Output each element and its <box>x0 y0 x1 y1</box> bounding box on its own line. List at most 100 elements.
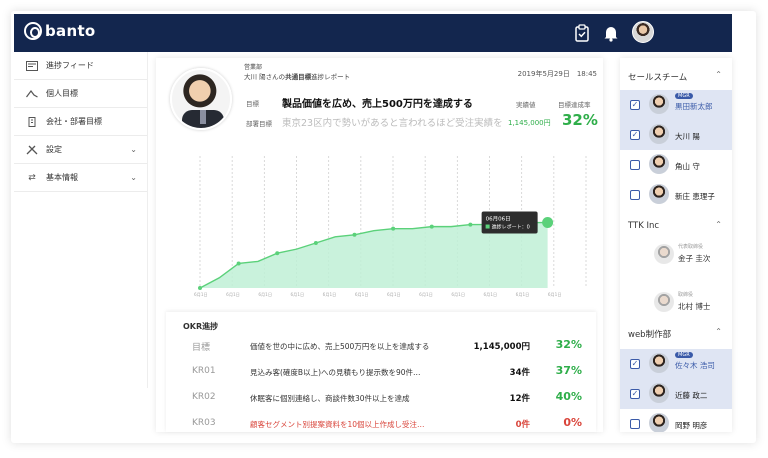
member-role: 代表取締役 <box>678 244 704 250</box>
okr-text: 休眠客に個別連絡し、商談件数30件以上を達成 <box>250 394 410 403</box>
bell-icon[interactable] <box>603 24 619 42</box>
chart-point <box>352 232 357 237</box>
chart-point <box>391 226 396 231</box>
member-checkbox[interactable]: ✓ <box>630 359 640 369</box>
okr-row[interactable]: 目標 価値を世の中に広め、売上500万円を以上を達成する 1,145,000円 … <box>166 334 596 360</box>
chart-x-tick-label: 6月1日 <box>355 292 369 298</box>
feed-icon <box>26 60 38 71</box>
sidebar-item-personal-goals[interactable]: 個人目標 <box>14 80 147 108</box>
sidebar-item-label: 会社・部署目標 <box>46 117 102 126</box>
member-name: 角山 守 <box>675 162 700 171</box>
reporter-avatar <box>170 68 232 130</box>
okr-row[interactable]: KR03 顧客セグメント別提案資料を10個以上作成し受注… 0件 0% <box>166 412 596 438</box>
member-item[interactable]: ✓ MGR 黒田新太郎 <box>620 90 732 120</box>
member-name: 近藤 政二 <box>675 391 708 400</box>
manager-badge: MGR <box>675 93 693 99</box>
report-subtitle: 大川 陽さんの共通目標進捗レポート <box>244 73 351 81</box>
member-item[interactable]: ✓ 近藤 政二 <box>620 379 732 409</box>
okr-text: 顧客セグメント別提案資料を10個以上作成し受注… <box>250 420 425 429</box>
dept-goal-label: 部署目標 <box>246 120 272 128</box>
chart-x-tick-label: 6月1日 <box>419 292 433 298</box>
chart-point <box>313 240 318 245</box>
member-checkbox[interactable] <box>630 419 640 429</box>
sidebar-item-label: 進捗フィード <box>46 61 94 70</box>
team-title: セールスチーム <box>628 73 688 83</box>
member-avatar <box>649 154 669 174</box>
chevron-up-icon[interactable]: ⌃ <box>715 327 722 336</box>
member-name: 岡野 明彦 <box>675 421 708 430</box>
member-avatar <box>649 184 669 204</box>
chevron-up-icon[interactable]: ⌃ <box>715 70 722 79</box>
member-name: 北村 博士 <box>678 302 711 311</box>
chart-x-tick-label: 6月1日 <box>194 292 208 298</box>
okr-title: OKR進捗 <box>183 322 219 331</box>
chart-x-tick-label: 6月1日 <box>451 292 465 298</box>
chart-x-tick-label: 6月1日 <box>291 292 305 298</box>
chevron-down-icon: ⌄ <box>130 145 137 154</box>
progress-report-panel: 営業部 大川 陽さんの共通目標進捗レポート 2019年5月29日 18:45 目… <box>156 58 603 432</box>
member-checkbox[interactable]: ✓ <box>630 130 640 140</box>
okr-percent: 32% <box>555 338 582 351</box>
progress-chart: 06月06日進捗レポート：0 6月1日 6月1日 6月1日 6月1日 6月1日 6月1日 6月… <box>194 156 587 298</box>
member-name: 大川 陽 <box>675 132 700 141</box>
chart-point <box>236 261 241 266</box>
member-checkbox[interactable] <box>630 160 640 170</box>
chart-point <box>468 222 473 227</box>
building-icon <box>26 116 38 127</box>
okr-progress-card: OKR進捗 目標 価値を世の中に広め、売上500万円を以上を達成する 1,145… <box>166 312 596 432</box>
okr-row[interactable]: KR02 休眠客に個別連絡し、商談件数30件以上を達成 12件 40% <box>166 386 596 412</box>
member-item[interactable]: 新庄 恵理子 <box>620 180 732 210</box>
chart-point <box>275 251 280 256</box>
member-name: 金子 圭次 <box>678 254 711 263</box>
okr-value: 12件 <box>509 394 530 404</box>
member-avatar <box>649 94 669 114</box>
sidebar-item-label: 個人目標 <box>46 89 78 98</box>
chart-x-tick-label: 6月1日 <box>387 292 401 298</box>
member-item[interactable]: 代表取締役 金子 圭次 <box>620 236 732 274</box>
member-avatar <box>654 244 674 264</box>
chart-x-tick-label: 6月1日 <box>258 292 272 298</box>
okr-text: 価値を世の中に広め、売上500万円を以上を達成する <box>250 342 430 351</box>
chart-tooltip: 06月06日進捗レポート：0 <box>481 211 538 234</box>
okr-row[interactable]: KR01 見込み客(確度B以上)への見積もり提示数を90件… 34件 37% <box>166 360 596 386</box>
member-item[interactable]: 角山 守 <box>620 150 732 180</box>
actual-value: 1,145,000円 <box>508 119 551 127</box>
member-item[interactable]: ✓ MGR 佐々木 浩司 <box>620 349 732 379</box>
chart-point <box>429 224 434 229</box>
sidebar-item-label: 設定 <box>46 145 62 154</box>
member-checkbox[interactable] <box>630 190 640 200</box>
chevron-up-icon[interactable]: ⌃ <box>715 220 722 229</box>
chart-x-tick-label: 6月1日 <box>323 292 337 298</box>
member-checkbox[interactable]: ✓ <box>630 389 640 399</box>
member-role: 取締役 <box>678 292 694 298</box>
member-avatar <box>649 383 669 403</box>
actual-label: 実績値 <box>516 101 536 109</box>
team-title: web制作部 <box>628 330 672 340</box>
sidebar-item-progress-feed[interactable]: 進捗フィード <box>14 52 147 80</box>
okr-key: 目標 <box>192 343 211 353</box>
report-date: 2019年5月29日 18:45 <box>517 70 597 78</box>
rate-label: 目標達成率 <box>558 101 591 109</box>
sidebar-item-basic-info[interactable]: ⇄ 基本情報 ⌄ <box>14 164 147 192</box>
manager-badge: MGR <box>675 352 693 358</box>
sidebar-item-settings[interactable]: 設定 ⌄ <box>14 136 147 164</box>
member-item[interactable]: 岡野 明彦 <box>620 409 732 432</box>
brand-logo[interactable]: banto <box>24 22 96 40</box>
team-panel: セールスチーム ⌃ ✓ MGR 黒田新太郎 ✓ 大川 陽 角山 守 新庄 恵理子… <box>620 58 732 432</box>
okr-value: 1,145,000円 <box>473 342 530 352</box>
okr-key: KR02 <box>192 392 216 402</box>
chart-x-tick-label: 6月1日 <box>516 292 530 298</box>
sidebar-item-label: 基本情報 <box>46 173 78 182</box>
goal-text: 製品価値を広め、売上500万円を達成する <box>282 99 473 110</box>
sidebar-item-company-goals[interactable]: 会社・部署目標 <box>14 108 147 136</box>
clipboard-check-icon[interactable] <box>574 24 590 42</box>
member-checkbox[interactable]: ✓ <box>630 100 640 110</box>
member-item[interactable]: 取締役 北村 博士 <box>620 284 732 322</box>
member-name: 新庄 恵理子 <box>675 192 715 201</box>
banto-logo-icon <box>24 22 42 40</box>
team-title: TTK Inc <box>628 221 660 231</box>
user-avatar[interactable] <box>632 21 654 43</box>
okr-percent: 0% <box>563 416 582 429</box>
chart-point <box>198 286 202 290</box>
member-item[interactable]: ✓ 大川 陽 <box>620 120 732 150</box>
